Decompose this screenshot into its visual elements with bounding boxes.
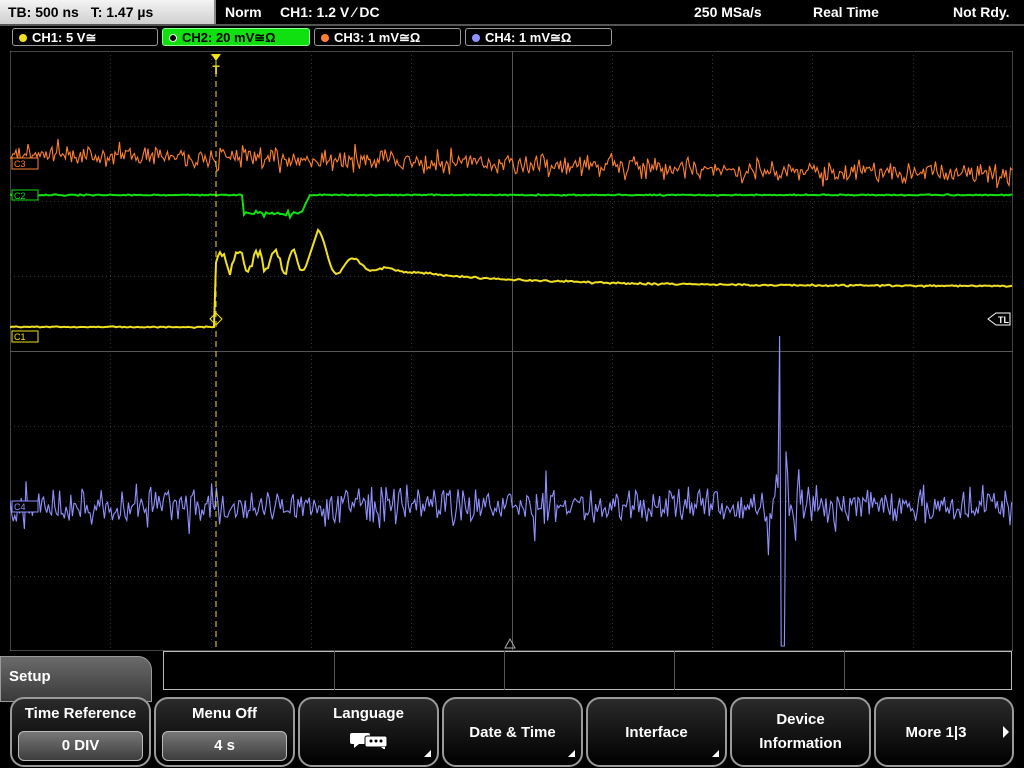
device-information-label: Device bbox=[776, 711, 825, 728]
channel-1-marker[interactable]: C1 bbox=[11, 330, 39, 343]
channel-3-marker-label: C3 bbox=[14, 159, 26, 169]
more-label: More 1|3 bbox=[905, 724, 967, 741]
menu-off-label: Menu Off bbox=[192, 705, 257, 722]
time-reference-softkey[interactable]: Time Reference 0 DIV bbox=[10, 697, 151, 767]
speech-bubbles-icon bbox=[350, 733, 388, 749]
timebase-panel[interactable]: TB: 500 ns T: 1.47 µs bbox=[0, 0, 216, 24]
timebase-label: TB: 500 ns bbox=[8, 4, 79, 20]
channel-3-dot-icon bbox=[321, 34, 329, 42]
menu-title-tab: Setup bbox=[0, 656, 152, 702]
language-label: Language bbox=[333, 705, 404, 722]
time-reference-label: Time Reference bbox=[24, 705, 137, 722]
channel-1-marker-label: C1 bbox=[14, 332, 26, 342]
channel-3-button[interactable]: CH3: 1 mV≅Ω bbox=[314, 28, 461, 46]
submenu-indicator-icon bbox=[712, 750, 719, 757]
channel-2-dot-icon bbox=[169, 34, 177, 42]
strip-divider bbox=[844, 651, 845, 690]
channel-3-marker[interactable]: C3 bbox=[11, 157, 39, 170]
run-state: Not Rdy. bbox=[953, 4, 1010, 20]
interface-label: Interface bbox=[625, 724, 688, 741]
strip-divider bbox=[334, 651, 335, 690]
menu-off-value: 4 s bbox=[162, 731, 287, 761]
device-information-softkey[interactable]: Device Information bbox=[730, 697, 871, 767]
channel-2-marker[interactable]: C2 bbox=[11, 189, 39, 201]
status-divider bbox=[0, 24, 1024, 26]
channel-1-button[interactable]: CH1: 5 V≅ bbox=[12, 28, 158, 46]
channel-2-button[interactable]: CH2: 20 mV≅Ω bbox=[162, 28, 310, 46]
channel-4-dot-icon bbox=[472, 34, 480, 42]
trigger-setting[interactable]: CH1: 1.2 V ⁄ DC bbox=[280, 0, 380, 24]
next-page-icon bbox=[1003, 726, 1009, 738]
interface-softkey[interactable]: Interface bbox=[586, 697, 727, 767]
channel-1-label: CH1: 5 V≅ bbox=[32, 30, 97, 45]
time-reference-value: 0 DIV bbox=[18, 731, 143, 761]
sample-rate: 250 MSa/s bbox=[694, 4, 762, 20]
date-time-softkey[interactable]: Date & Time bbox=[442, 697, 583, 767]
language-softkey[interactable]: Language bbox=[298, 697, 439, 767]
menu-info-strip bbox=[163, 651, 1012, 690]
channel-3-label: CH3: 1 mV≅Ω bbox=[334, 30, 421, 45]
strip-divider bbox=[674, 651, 675, 690]
waveform-display[interactable]: T TL C3 C2 C1 C4 bbox=[10, 51, 1013, 651]
device-information-label-2: Information bbox=[759, 735, 842, 752]
trigger-time-label: T: 1.47 µs bbox=[90, 4, 154, 20]
trigger-position-label: T bbox=[212, 63, 220, 77]
channel-4-label: CH4: 1 mV≅Ω bbox=[485, 30, 572, 45]
channel-2-label: CH2: 20 mV≅Ω bbox=[182, 30, 276, 45]
channel-4-button[interactable]: CH4: 1 mV≅Ω bbox=[465, 28, 612, 46]
more-softkey[interactable]: More 1|3 bbox=[874, 697, 1014, 767]
submenu-indicator-icon bbox=[568, 750, 575, 757]
channel-4-marker-label: C4 bbox=[14, 502, 26, 512]
channel-1-dot-icon bbox=[19, 34, 27, 42]
menu-title: Setup bbox=[9, 668, 51, 685]
date-time-label: Date & Time bbox=[469, 724, 556, 741]
trigger-mode[interactable]: Norm bbox=[225, 0, 262, 24]
acquisition-mode[interactable]: Real Time bbox=[813, 0, 879, 24]
strip-divider bbox=[504, 651, 505, 690]
submenu-indicator-icon bbox=[424, 750, 431, 757]
channel-2-marker-label: C2 bbox=[14, 191, 26, 201]
trigger-level-label: TL bbox=[998, 315, 1009, 325]
menu-off-softkey[interactable]: Menu Off 4 s bbox=[154, 697, 295, 767]
channel-4-marker[interactable]: C4 bbox=[11, 500, 39, 513]
